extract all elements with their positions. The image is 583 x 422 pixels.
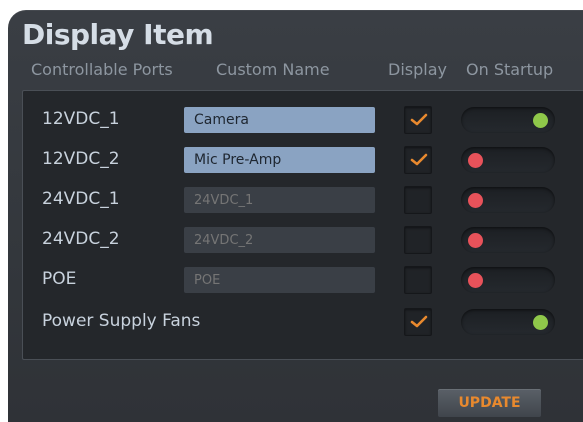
- display-checkbox-12vdc-1[interactable]: [404, 106, 432, 134]
- display-checkbox-poe[interactable]: [404, 266, 432, 294]
- startup-toggle-power-supply-fans[interactable]: [461, 309, 555, 335]
- port-label-12vdc-2: 12VDC_2: [42, 149, 120, 169]
- panel-title: Display Item: [22, 18, 214, 51]
- update-button[interactable]: UPDATE: [438, 389, 541, 417]
- port-label-24vdc-1: 24VDC_1: [42, 189, 120, 209]
- display-checkbox-24vdc-1[interactable]: [404, 186, 432, 214]
- status-on-indicator: [533, 315, 548, 330]
- port-label-24vdc-2: 24VDC_2: [42, 229, 120, 249]
- checkmark-icon: [410, 153, 428, 166]
- custom-name-input-12vdc-1[interactable]: [184, 107, 375, 133]
- startup-toggle-12vdc-1[interactable]: [461, 107, 555, 133]
- startup-toggle-24vdc-1[interactable]: [461, 187, 555, 213]
- display-checkbox-power-supply-fans[interactable]: [404, 308, 432, 336]
- column-header-display: Display: [388, 60, 447, 79]
- status-off-indicator: [468, 153, 483, 168]
- checkmark-icon: [410, 315, 428, 328]
- startup-toggle-24vdc-2[interactable]: [461, 227, 555, 253]
- custom-name-input-poe[interactable]: [184, 267, 375, 293]
- display-checkbox-12vdc-2[interactable]: [404, 146, 432, 174]
- column-header-custom-name: Custom Name: [216, 60, 330, 79]
- port-label-power-supply-fans: Power Supply Fans: [42, 311, 201, 331]
- custom-name-input-12vdc-2[interactable]: [184, 147, 375, 173]
- custom-name-input-24vdc-1[interactable]: [184, 187, 375, 213]
- display-checkbox-24vdc-2[interactable]: [404, 226, 432, 254]
- status-off-indicator: [468, 273, 483, 288]
- status-on-indicator: [533, 113, 548, 128]
- status-off-indicator: [468, 193, 483, 208]
- port-label-12vdc-1: 12VDC_1: [42, 109, 120, 129]
- startup-toggle-12vdc-2[interactable]: [461, 147, 555, 173]
- custom-name-input-24vdc-2[interactable]: [184, 227, 375, 253]
- checkmark-icon: [410, 113, 428, 126]
- port-label-poe: POE: [42, 269, 77, 289]
- status-off-indicator: [468, 233, 483, 248]
- column-header-on-startup: On Startup: [466, 60, 554, 79]
- column-header-ports: Controllable Ports: [31, 60, 173, 79]
- startup-toggle-poe[interactable]: [461, 267, 555, 293]
